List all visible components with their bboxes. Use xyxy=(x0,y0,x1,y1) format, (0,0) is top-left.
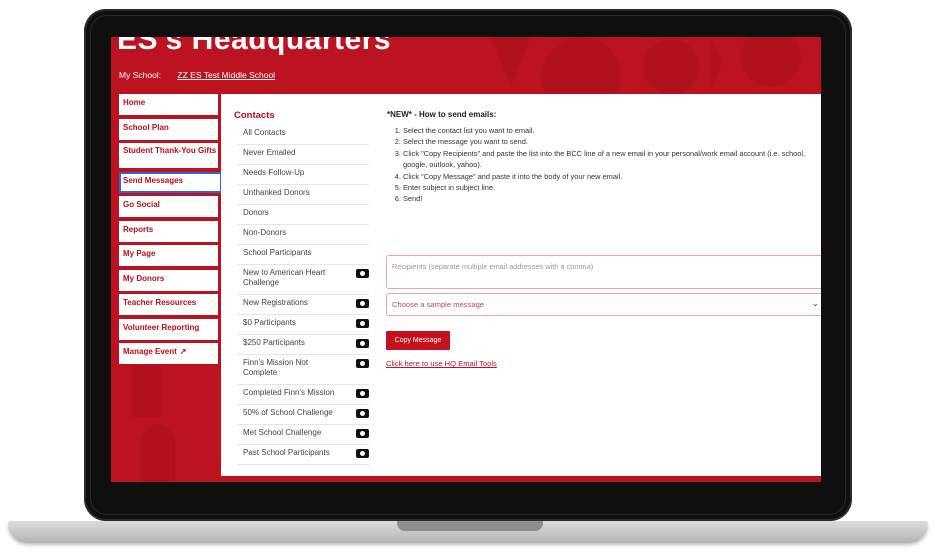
contact-label: Needs Follow-Up xyxy=(243,168,305,177)
contact-label: $250 Participants xyxy=(243,338,305,347)
contact-label: Non-Donors xyxy=(243,228,287,237)
contacts-heading: Contacts xyxy=(234,110,275,121)
contact-list-item[interactable]: Needs Follow-Up xyxy=(237,165,369,185)
contact-label: Met School Challenge xyxy=(243,428,322,437)
contact-label: 50% of School Challenge xyxy=(243,408,333,417)
video-icon[interactable] xyxy=(356,359,369,368)
chevron-down-icon: ⌄ xyxy=(811,298,819,308)
instruction-step: Click "Copy Recipients" and paste the li… xyxy=(403,148,817,171)
contact-label: Finn's Mission Not Complete xyxy=(243,358,309,377)
recipients-input[interactable]: Recipients (separate multiple email addr… xyxy=(386,255,821,289)
app-screen: ES's Headquarters My School: ZZ ES Test … xyxy=(111,37,821,482)
my-school-link[interactable]: ZZ ES Test Middle School xyxy=(177,70,275,80)
video-icon[interactable] xyxy=(356,409,369,418)
contact-list-item[interactable]: Completed Finn's Mission xyxy=(237,385,369,405)
contact-label: Past School Participants xyxy=(243,448,330,457)
contact-label: All Contacts xyxy=(243,128,286,137)
contact-list-item[interactable]: School Participants xyxy=(237,245,369,265)
contact-list-item[interactable]: All Contacts xyxy=(237,125,369,145)
video-icon[interactable] xyxy=(356,429,369,438)
contact-list-item[interactable]: Finn's Mission Not Complete xyxy=(237,355,369,385)
video-icon[interactable] xyxy=(356,389,369,398)
sidebar-item-go-social[interactable]: Go Social xyxy=(119,196,218,217)
sidebar-item-send-messages[interactable]: Send Messages xyxy=(119,171,222,193)
instruction-step: Select the contact list you want to emai… xyxy=(403,125,817,136)
contact-label: $0 Participants xyxy=(243,318,296,327)
contact-list-item[interactable]: Past School Participants xyxy=(237,445,369,465)
sample-message-select[interactable]: Choose a sample message ⌄ xyxy=(386,293,821,316)
sidebar-item-my-donors[interactable]: My Donors xyxy=(119,269,218,291)
external-link-icon: ↗ xyxy=(179,347,187,356)
contact-list-item[interactable]: Donors xyxy=(237,205,369,225)
sidebar-item-student-thank-you-gifts[interactable]: Student Thank-You Gifts xyxy=(119,143,218,168)
contact-label: Completed Finn's Mission xyxy=(243,388,335,397)
contact-list-item[interactable]: Unthanked Donors xyxy=(237,185,369,205)
instruction-step: Click "Copy Message" and paste it into t… xyxy=(403,171,817,182)
instruction-step: Select the message you want to send. xyxy=(403,136,817,147)
contact-list-item[interactable]: New to American Heart Challenge xyxy=(237,265,369,295)
instructions-title: *NEW* - How to send emails: xyxy=(387,110,497,119)
sidebar-item-home[interactable]: Home xyxy=(119,94,218,115)
hq-email-tools-link[interactable]: Click here to use HQ Email Tools xyxy=(386,359,497,368)
contact-label: Donors xyxy=(243,208,269,217)
laptop-notch xyxy=(397,521,543,531)
contact-label: New to American Heart Challenge xyxy=(243,268,326,287)
main-content: Contacts All Contacts Never Emailed Need… xyxy=(221,94,821,476)
instructions-steps: Select the contact list you want to emai… xyxy=(387,125,817,205)
sample-message-placeholder: Choose a sample message xyxy=(392,300,485,309)
contact-list-item[interactable]: Non-Donors xyxy=(237,225,369,245)
contact-list-item[interactable]: $0 Participants xyxy=(237,315,369,335)
page-title: ES's Headquarters xyxy=(117,37,392,56)
video-icon[interactable] xyxy=(356,269,369,278)
contact-list-item[interactable]: $250 Participants xyxy=(237,335,369,355)
sidebar-item-teacher-resources[interactable]: Teacher Resources xyxy=(119,294,218,315)
recipients-placeholder: Recipients (separate multiple email addr… xyxy=(392,262,594,271)
contact-list-item[interactable]: New Registrations xyxy=(237,295,369,315)
sidebar-item-school-plan[interactable]: School Plan xyxy=(119,118,218,140)
sidebar-nav: Home School Plan Student Thank-You Gifts… xyxy=(119,94,222,368)
sidebar-item-manage-event[interactable]: Manage Event ↗ xyxy=(119,343,218,364)
contact-list-item[interactable]: 50% of School Challenge xyxy=(237,405,369,425)
video-icon[interactable] xyxy=(356,449,369,458)
instruction-step: Send! xyxy=(403,193,817,204)
sidebar-item-label: Manage Event xyxy=(123,347,177,356)
video-icon[interactable] xyxy=(356,299,369,308)
instruction-step: Enter subject in subject line. xyxy=(403,182,817,193)
contact-label: Never Emailed xyxy=(243,148,296,157)
instructions-panel: *NEW* - How to send emails: Select the c… xyxy=(387,110,817,205)
my-school-label: My School: xyxy=(119,70,162,80)
video-icon[interactable] xyxy=(356,319,369,328)
sidebar-item-reports[interactable]: Reports xyxy=(119,220,218,242)
contact-list-item[interactable]: Met School Challenge xyxy=(237,425,369,445)
sidebar-item-volunteer-reporting[interactable]: Volunteer Reporting xyxy=(119,318,218,340)
contact-label: Unthanked Donors xyxy=(243,188,310,197)
sidebar-item-my-page[interactable]: My Page xyxy=(119,245,218,266)
contact-label: School Participants xyxy=(243,248,312,257)
copy-message-button[interactable]: Copy Message xyxy=(386,331,450,350)
my-school-bar: My School: ZZ ES Test Middle School xyxy=(119,70,275,80)
contact-list-item[interactable]: Never Emailed xyxy=(237,145,369,165)
contact-label: New Registrations xyxy=(243,298,308,307)
contacts-list: All Contacts Never Emailed Needs Follow-… xyxy=(237,125,369,465)
video-icon[interactable] xyxy=(356,339,369,348)
